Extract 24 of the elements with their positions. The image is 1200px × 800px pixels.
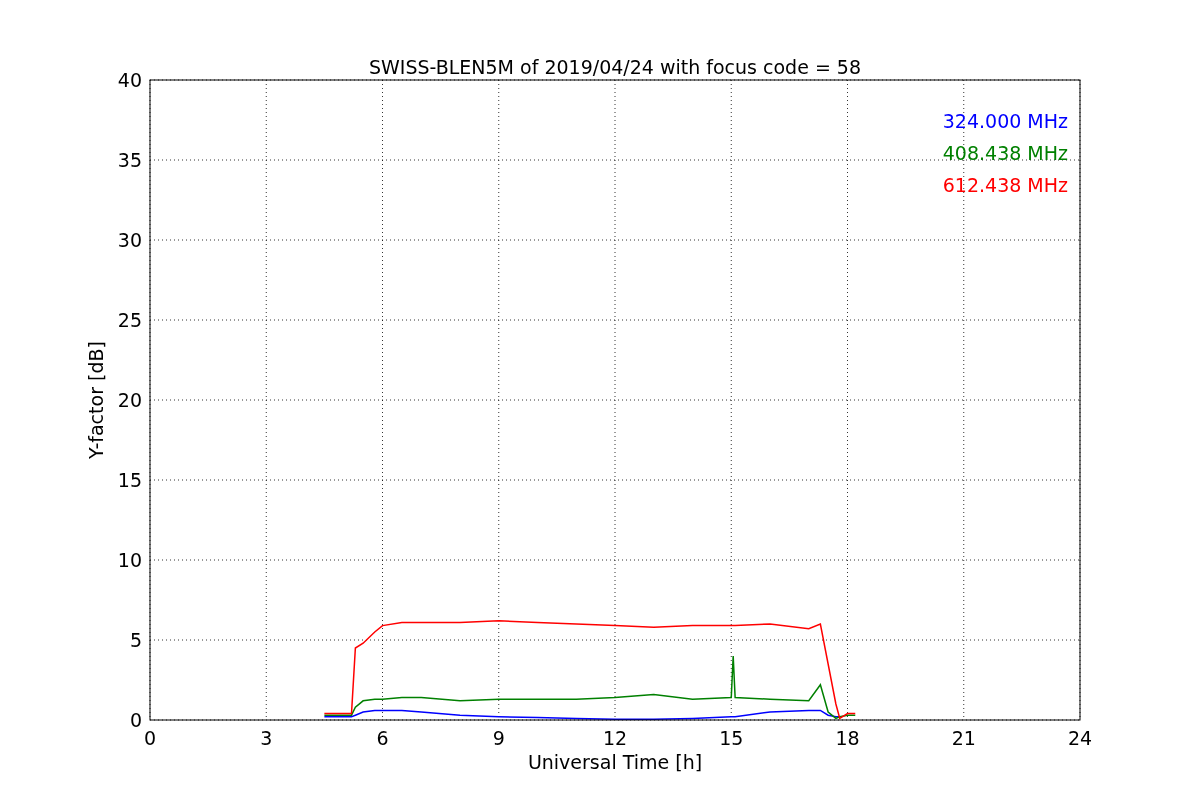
x-tick-label: 18 (835, 727, 860, 749)
x-axis-label: Universal Time [h] (527, 751, 703, 773)
y-tick-label: 35 (117, 149, 142, 171)
y-axis-label: Y-factor [dB] (85, 341, 107, 459)
x-tick-label: 12 (602, 727, 628, 749)
x-tick-label: 9 (492, 727, 505, 749)
x-tick-label: 6 (376, 727, 389, 749)
x-tick-label: 15 (719, 727, 744, 749)
x-tick-label: 3 (260, 727, 273, 749)
y-tick-label: 25 (117, 309, 142, 331)
legend-label: 408.438 MHz (942, 142, 1068, 164)
y-tick-label: 20 (117, 389, 142, 411)
y-tick-label: 0 (129, 709, 142, 731)
y-tick-label: 10 (117, 549, 142, 571)
y-tick-label: 30 (117, 229, 142, 251)
chart-title: SWISS-BLEN5M of 2019/04/24 with focus code = 58 (368, 56, 862, 78)
x-tick-label: 21 (951, 727, 976, 749)
legend-label: 324.000 MHz (942, 110, 1068, 132)
x-tick-label: 0 (143, 727, 157, 749)
y-tick-label: 40 (117, 69, 142, 91)
legend-label: 612.438 MHz (942, 174, 1068, 196)
y-tick-label: 5 (129, 629, 142, 651)
x-tick-label: 24 (1067, 727, 1093, 749)
y-tick-label: 15 (117, 469, 142, 491)
